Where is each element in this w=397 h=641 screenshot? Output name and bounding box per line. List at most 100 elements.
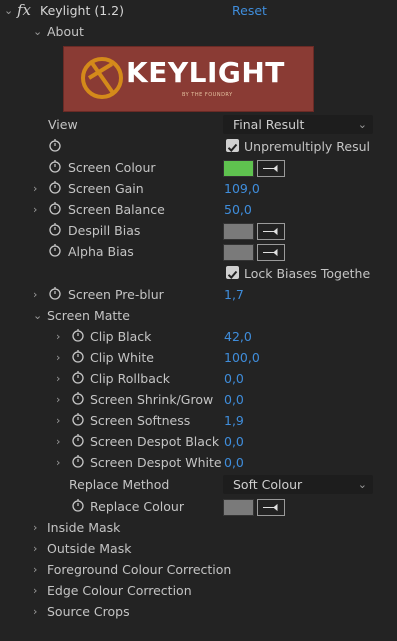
keylight-logo: KEYLIGHT BY THE FOUNDRY (63, 46, 314, 112)
screen-gain-value[interactable]: 109,0 (224, 178, 260, 199)
replace-method-value: Soft Colour (233, 477, 303, 492)
screen-preblur-value[interactable]: 1,7 (224, 284, 244, 305)
chevron-right-icon[interactable]: › (33, 284, 37, 305)
screen-despot-white-row: › Screen Despot White 0,0 (0, 452, 397, 473)
screen-balance-label: Screen Balance (68, 202, 165, 217)
screen-matte-group[interactable]: ⌄ Screen Matte (0, 305, 397, 326)
chevron-right-icon[interactable]: › (33, 580, 37, 601)
view-label: View (48, 117, 78, 132)
replace-method-dropdown[interactable]: Soft Colour ⌄ (223, 475, 373, 494)
stopwatch-icon[interactable] (71, 412, 85, 426)
lock-biases-label: Lock Biases Togethe (244, 266, 371, 281)
screen-despot-white-label: Screen Despot White (90, 455, 222, 470)
clip-black-row: › Clip Black 42,0 (0, 326, 397, 347)
eyedropper-icon[interactable] (257, 499, 285, 516)
screen-balance-value[interactable]: 50,0 (224, 199, 252, 220)
despill-bias-row: Despill Bias (0, 220, 397, 241)
chevron-right-icon[interactable]: › (56, 347, 60, 368)
lock-biases-row: Lock Biases Togethe (0, 263, 397, 284)
chevron-down-icon[interactable]: ⌄ (33, 305, 42, 326)
screen-colour-label: Screen Colour (68, 160, 156, 175)
screen-despot-black-value[interactable]: 0,0 (224, 431, 244, 452)
stopwatch-icon[interactable] (71, 391, 85, 405)
clip-rollback-label: Clip Rollback (90, 371, 171, 386)
alpha-bias-swatch[interactable] (223, 244, 254, 261)
stopwatch-icon[interactable] (48, 222, 62, 236)
screen-colour-swatch[interactable] (223, 160, 254, 177)
group-source-crops[interactable]: › Source Crops (0, 601, 397, 622)
effect-title: Keylight (1.2) (40, 3, 124, 18)
group-outside-mask[interactable]: › Outside Mask (0, 538, 397, 559)
group-foreground-colour-correction[interactable]: › Foreground Colour Correction (0, 559, 397, 580)
chevron-right-icon[interactable]: › (33, 601, 37, 622)
eyedropper-icon[interactable] (257, 160, 285, 177)
chevron-down-icon[interactable]: ⌄ (33, 21, 42, 42)
clip-rollback-value[interactable]: 0,0 (224, 368, 244, 389)
chevron-right-icon[interactable]: › (33, 178, 37, 199)
alpha-bias-row: Alpha Bias (0, 241, 397, 262)
screen-matte-label: Screen Matte (47, 308, 130, 323)
screen-colour-row: Screen Colour (0, 157, 397, 178)
stopwatch-icon[interactable] (71, 433, 85, 447)
chevron-right-icon[interactable]: › (33, 199, 37, 220)
alpha-bias-label: Alpha Bias (68, 244, 134, 259)
chevron-right-icon[interactable]: › (56, 368, 60, 389)
eyedropper-icon[interactable] (257, 244, 285, 261)
group-inside-mask[interactable]: › Inside Mask (0, 517, 397, 538)
stopwatch-icon[interactable] (48, 286, 62, 300)
group-label: Foreground Colour Correction (47, 562, 232, 577)
chevron-right-icon[interactable]: › (56, 389, 60, 410)
chevron-right-icon[interactable]: › (33, 517, 37, 538)
chevron-right-icon[interactable]: › (56, 431, 60, 452)
logo-tagline: BY THE FOUNDRY (182, 92, 233, 98)
chevron-right-icon[interactable]: › (33, 538, 37, 559)
checkmark-icon (227, 143, 238, 152)
group-label: Source Crops (47, 604, 130, 619)
stopwatch-icon[interactable] (48, 201, 62, 215)
clip-black-label: Clip Black (90, 329, 152, 344)
screen-softness-row: › Screen Softness 1,9 (0, 410, 397, 431)
clip-black-value[interactable]: 42,0 (224, 326, 252, 347)
group-edge-colour-correction[interactable]: › Edge Colour Correction (0, 580, 397, 601)
screen-despot-white-value[interactable]: 0,0 (224, 452, 244, 473)
screen-despot-black-label: Screen Despot Black (90, 434, 220, 449)
reset-link[interactable]: Reset (232, 0, 267, 21)
group-label: Inside Mask (47, 520, 121, 535)
stopwatch-icon[interactable] (71, 498, 85, 512)
view-value: Final Result (233, 117, 305, 132)
group-label: Edge Colour Correction (47, 583, 192, 598)
unpremultiply-label: Unpremultiply Resul (244, 139, 371, 154)
chevron-right-icon[interactable]: › (56, 452, 60, 473)
chevron-down-icon: ⌄ (357, 118, 367, 131)
stopwatch-icon[interactable] (48, 159, 62, 173)
despill-bias-swatch[interactable] (223, 223, 254, 240)
stopwatch-icon[interactable] (48, 243, 62, 257)
replace-colour-label: Replace Colour (90, 499, 184, 514)
effect-header[interactable]: ⌄ fx Keylight (1.2) Reset (0, 0, 397, 21)
fx-icon[interactable]: fx (17, 0, 31, 21)
stopwatch-icon[interactable] (71, 370, 85, 384)
screen-gain-row: › Screen Gain 109,0 (0, 178, 397, 199)
stopwatch-icon[interactable] (71, 349, 85, 363)
screen-softness-value[interactable]: 1,9 (224, 410, 244, 431)
chevron-right-icon[interactable]: › (33, 559, 37, 580)
clip-white-value[interactable]: 100,0 (224, 347, 260, 368)
chevron-right-icon[interactable]: › (56, 410, 60, 431)
stopwatch-icon[interactable] (71, 328, 85, 342)
view-dropdown[interactable]: Final Result ⌄ (223, 115, 373, 134)
clip-white-row: › Clip White 100,0 (0, 347, 397, 368)
replace-colour-swatch[interactable] (223, 499, 254, 516)
screen-shrink-grow-value[interactable]: 0,0 (224, 389, 244, 410)
lock-biases-checkbox[interactable] (226, 266, 239, 279)
stopwatch-icon[interactable] (48, 180, 62, 194)
eyedropper-icon[interactable] (257, 223, 285, 240)
chevron-down-icon: ⌄ (357, 478, 367, 491)
clip-white-label: Clip White (90, 350, 154, 365)
stopwatch-icon[interactable] (48, 138, 62, 152)
screen-preblur-row: › Screen Pre-blur 1,7 (0, 284, 397, 305)
chevron-down-icon[interactable]: ⌄ (4, 0, 13, 21)
stopwatch-icon[interactable] (71, 454, 85, 468)
keylight-effect-panel: ⌄ fx Keylight (1.2) Reset ⌄ About KEYLIG… (0, 0, 397, 641)
unpremultiply-checkbox[interactable] (226, 139, 239, 152)
chevron-right-icon[interactable]: › (56, 326, 60, 347)
